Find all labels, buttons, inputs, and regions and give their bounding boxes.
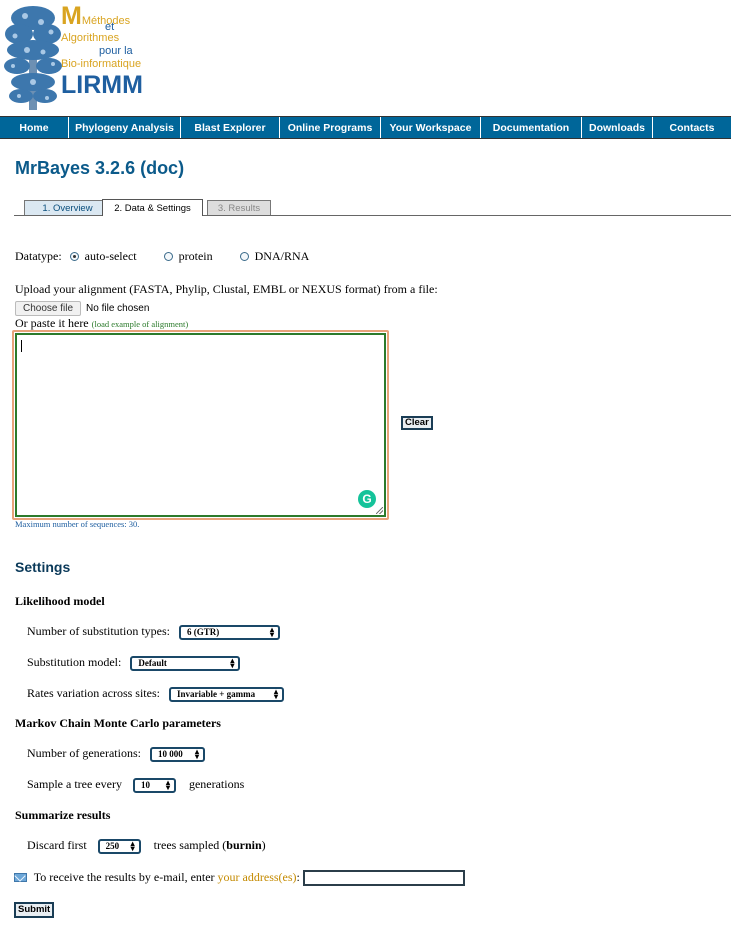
- rates-label: Rates variation across sites:: [27, 686, 160, 700]
- rates-value: Invariable + gamma: [176, 688, 256, 699]
- paste-label: Or paste it here: [15, 316, 89, 330]
- settings-heading: Settings: [15, 559, 71, 575]
- select-arrows-icon: ▴ ▾: [230, 655, 235, 670]
- alignment-textarea-focus: G: [12, 330, 389, 520]
- tab-overview[interactable]: 1. Overview: [24, 200, 111, 215]
- max-sequences-note: Maximum number of sequences: 30.: [15, 519, 140, 529]
- radio-auto-select[interactable]: [69, 252, 79, 261]
- generations-value: 10 000: [157, 748, 183, 759]
- discard-suffix: trees sampled (: [153, 838, 227, 852]
- subst-model-label: Substitution model:: [27, 655, 122, 669]
- generations-label: Number of generations:: [27, 746, 141, 760]
- discard-value: 250: [105, 840, 120, 851]
- subst-model-value: Default: [138, 657, 167, 668]
- logo-line5: Bio-informatique: [61, 58, 142, 70]
- select-arrows-icon: ▴ ▾: [273, 686, 278, 701]
- resize-handle-icon[interactable]: [376, 507, 383, 514]
- alignment-textarea[interactable]: G: [15, 333, 386, 517]
- tab-data-settings[interactable]: 2. Data & Settings: [102, 199, 203, 216]
- submit-button[interactable]: Submit: [14, 902, 55, 918]
- radio-dna-rna[interactable]: [239, 252, 249, 261]
- logo-line3: Algorithmes: [61, 32, 120, 44]
- tab-results: 3. Results: [207, 200, 271, 215]
- subst-types-value: 6 (GTR): [187, 626, 220, 637]
- nav-downloads[interactable]: Downloads: [582, 117, 653, 138]
- grammarly-icon[interactable]: G: [358, 490, 376, 508]
- sample-value: 10: [140, 779, 150, 790]
- clear-button[interactable]: Clear: [401, 416, 433, 430]
- mcmc-heading: Markov Chain Monte Carlo parameters: [15, 716, 221, 730]
- nav-contacts[interactable]: Contacts: [653, 117, 731, 138]
- nav-blast-explorer[interactable]: Blast Explorer: [181, 117, 280, 138]
- subst-types-label: Number of substitution types:: [27, 624, 170, 638]
- upload-label: Upload your alignment (FASTA, Phylip, Cl…: [15, 282, 438, 296]
- sample-prefix: Sample a tree every: [27, 777, 122, 791]
- datatype-row: Datatype: auto-select protein DNA/RNA: [15, 249, 309, 264]
- load-example-link[interactable]: (load example of alignment): [92, 319, 189, 329]
- select-arrows-icon: ▴ ▾: [130, 838, 135, 853]
- rates-select[interactable]: Invariable + gamma ▴ ▾: [168, 686, 284, 702]
- sample-suffix: generations: [188, 777, 245, 791]
- logo-lirmm: LIRMM: [61, 71, 143, 99]
- nav-online-programs[interactable]: Online Programs: [280, 117, 381, 138]
- burnin-label: burnin: [226, 838, 262, 852]
- subst-types-select[interactable]: 6 (GTR) ▴ ▾: [179, 624, 280, 640]
- email-colon: :: [296, 870, 300, 884]
- logo-line4: pour la: [99, 45, 133, 57]
- email-input[interactable]: [302, 870, 465, 887]
- generations-select[interactable]: 10 000 ▴ ▾: [149, 746, 205, 762]
- email-address-link[interactable]: your address(es): [218, 870, 297, 884]
- nav-phylogeny-analysis[interactable]: Phylogeny Analysis: [69, 117, 181, 138]
- nav-your-workspace[interactable]: Your Workspace: [381, 117, 481, 138]
- text-caret: [21, 340, 22, 352]
- page-title: MrBayes 3.2.6 (doc): [15, 158, 185, 178]
- datatype-label: Datatype:: [15, 249, 62, 263]
- discard-select[interactable]: 250 ▴ ▾: [97, 838, 141, 854]
- file-status: No file chosen: [86, 303, 150, 314]
- likelihood-heading: Likelihood model: [15, 594, 105, 608]
- mabi-logo: MMéthodes et Algorithmes pour la Bio-inf…: [3, 4, 183, 112]
- choose-file-button[interactable]: Choose file: [15, 301, 82, 316]
- nav-documentation[interactable]: Documentation: [481, 117, 582, 138]
- select-arrows-icon: ▴ ▾: [165, 777, 170, 792]
- radio-protein-label: protein: [178, 249, 213, 263]
- select-arrows-icon: ▴ ▾: [269, 624, 274, 639]
- main-nav: Home Phylogeny Analysis Blast Explorer O…: [0, 116, 731, 139]
- select-arrows-icon: ▴ ▾: [194, 746, 199, 761]
- sample-select[interactable]: 10 ▴ ▾: [132, 777, 176, 793]
- subst-model-select[interactable]: Default ▴ ▾: [130, 655, 241, 671]
- radio-dna-rna-label: DNA/RNA: [254, 249, 310, 263]
- tree-logo-icon: [4, 6, 62, 110]
- radio-protein[interactable]: [163, 252, 173, 261]
- email-prefix: To receive the results by e-mail, enter: [33, 870, 215, 884]
- step-tabs: 1. Overview 2. Data & Settings 3. Result…: [14, 199, 731, 216]
- discard-close-paren: ): [261, 838, 266, 852]
- email-envelope-icon: [14, 873, 27, 882]
- discard-prefix: Discard first: [27, 838, 87, 852]
- nav-home[interactable]: Home: [0, 117, 69, 138]
- logo-m: M: [61, 2, 82, 30]
- summarize-heading: Summarize results: [15, 808, 111, 822]
- radio-auto-select-label: auto-select: [84, 249, 137, 263]
